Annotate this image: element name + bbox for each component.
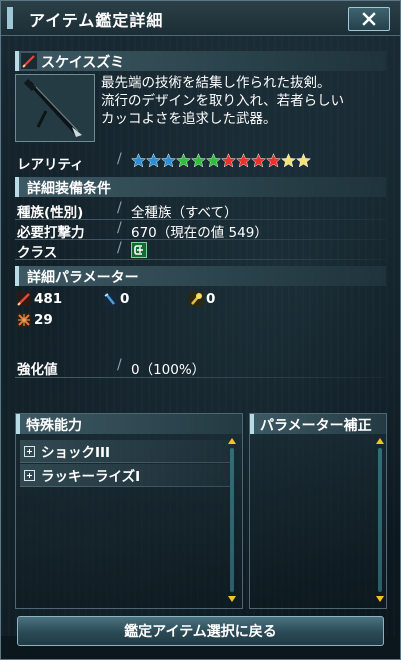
enhance-label: 強化値: [17, 362, 58, 378]
back-to-selection-button[interactable]: 鑑定アイテム選択に戻る: [17, 616, 384, 646]
scroll-track[interactable]: [378, 448, 382, 592]
abilities-scrollbar[interactable]: [228, 438, 236, 602]
tech-attack-icon: [189, 292, 203, 306]
rarity-star-icon: [251, 153, 266, 168]
item-appraisal-window: アイテム鑑定詳細 スケイスズミ 最先端の技術を結集し作られた抜剣。 流行のデザイ…: [0, 0, 401, 660]
weapon-description: 最先端の技術を結集し作られた抜剣。 流行のデザインを取り入れ、若者らしい カッコ…: [101, 74, 391, 128]
tech-attack-value: 0: [206, 291, 216, 307]
separator: /: [117, 151, 122, 167]
abilities-panel: 特殊能力 ショックIII ラッキーライズI: [15, 413, 243, 609]
divider: [15, 377, 386, 378]
expand-icon[interactable]: [24, 469, 35, 481]
rarity-star-icon: [161, 153, 176, 168]
title-bar: アイテム鑑定詳細: [1, 1, 400, 36]
rarity-star-icon: [191, 153, 206, 168]
class-label: クラス: [17, 245, 58, 261]
abilities-header: 特殊能力: [16, 414, 242, 434]
rarity-star-icon: [176, 153, 191, 168]
scroll-down-arrow-icon[interactable]: [376, 596, 384, 602]
ability-item[interactable]: ラッキーライズI: [20, 464, 232, 487]
required-attack-label: 必要打撃力: [17, 225, 85, 241]
param-bonus-scrollbar[interactable]: [376, 438, 384, 602]
close-button[interactable]: [348, 7, 390, 31]
abilities-header-label: 特殊能力: [26, 418, 82, 434]
separator: /: [117, 240, 122, 256]
enhance-value: 0（100%）: [131, 362, 206, 378]
rarity-star-icon: [146, 153, 161, 168]
weapon-name: スケイスズミ: [41, 55, 125, 71]
ability-item[interactable]: ショックIII: [20, 440, 232, 463]
close-icon: [362, 12, 376, 26]
dexterity-value: 29: [34, 312, 53, 328]
param-bonus-header: パラメーター補正: [250, 414, 386, 434]
description-line: 最先端の技術を結集し作られた抜剣。: [101, 75, 331, 91]
rarity-star-icon: [131, 153, 146, 168]
title-accent: [7, 7, 13, 29]
weapon-name-bar: スケイスズミ: [15, 51, 386, 71]
scroll-up-arrow-icon[interactable]: [376, 438, 384, 444]
equip-header: 詳細装備条件: [15, 177, 386, 197]
separator: /: [117, 357, 122, 373]
class-glyph-icon: [134, 245, 143, 255]
sword-icon: [21, 53, 37, 69]
params-header: 詳細パラメーター: [15, 266, 386, 286]
window-title: アイテム鑑定詳細: [29, 11, 164, 30]
scroll-track[interactable]: [230, 448, 234, 592]
race-value: 全種族（すべて）: [131, 205, 238, 221]
melee-attack-value: 481: [34, 291, 63, 307]
description-line: カッコよさを追求した武器。: [101, 111, 277, 127]
dexterity-param: 29: [17, 312, 53, 328]
ability-name: ショックIII: [41, 445, 111, 461]
equip-header-label: 詳細装備条件: [27, 181, 111, 197]
expand-icon[interactable]: [24, 445, 35, 457]
param-bonus-header-label: パラメーター補正: [260, 418, 372, 434]
divider: [15, 259, 386, 260]
rarity-star-icon: [281, 153, 296, 168]
tech-attack-param: 0: [189, 291, 215, 307]
param-bonus-panel: パラメーター補正: [249, 413, 387, 609]
separator: /: [117, 200, 122, 216]
scroll-down-arrow-icon[interactable]: [228, 596, 236, 602]
rarity-star-icon: [221, 153, 236, 168]
melee-attack-param: 481: [17, 291, 62, 307]
ranged-attack-param: 0: [103, 291, 129, 307]
ability-name: ラッキーライズI: [41, 469, 141, 485]
race-label: 種族(性別): [17, 205, 84, 221]
rarity-star-icon: [206, 153, 221, 168]
params-header-label: 詳細パラメーター: [27, 270, 139, 286]
required-attack-value: 670（現在の値 549）: [131, 225, 268, 241]
rarity-star-icon: [236, 153, 251, 168]
divider: [15, 219, 386, 220]
weapon-preview-icon: [16, 75, 94, 141]
dexterity-icon: [17, 313, 31, 327]
scroll-up-arrow-icon[interactable]: [228, 438, 236, 444]
rarity-stars: [131, 153, 311, 168]
ranged-attack-icon: [103, 292, 117, 306]
rarity-label: レアリティ: [17, 157, 84, 173]
separator: /: [117, 220, 122, 236]
braver-class-icon: [131, 242, 147, 258]
melee-attack-icon: [17, 292, 31, 306]
ranged-attack-value: 0: [120, 291, 130, 307]
description-line: 流行のデザインを取り入れ、若者らしい: [101, 93, 345, 109]
divider: [15, 239, 386, 240]
rarity-star-icon: [266, 153, 281, 168]
rarity-star-icon: [296, 153, 311, 168]
weapon-image: [15, 74, 95, 142]
